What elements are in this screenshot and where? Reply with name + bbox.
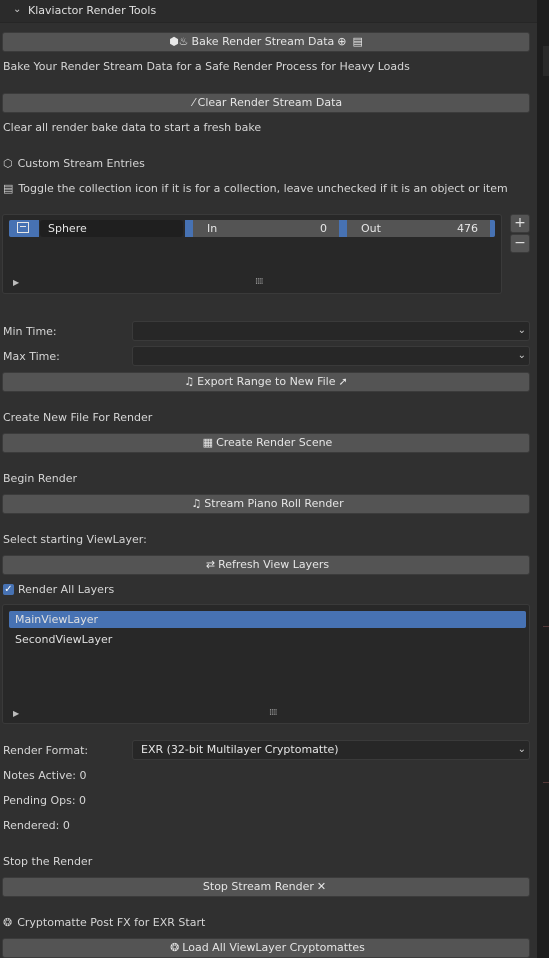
view-layer-list[interactable]: MainViewLayer SecondViewLayer ▶ ⁞⁞⁞⁞ — [2, 604, 530, 724]
rendered-text: Rendered: 0 — [3, 819, 70, 832]
clapperboard-icon: ▦ — [202, 436, 214, 449]
out-field[interactable]: Out 476 — [347, 220, 490, 237]
begin-render-heading: Begin Render — [3, 472, 77, 485]
pending-ops-text: Pending Ops: 0 — [3, 794, 87, 807]
cryptomatte-heading: ❂ Cryptomatte Post FX for EXR Start — [3, 916, 205, 929]
bake-description: Bake Your Render Stream Data for a Safe … — [3, 60, 410, 73]
load-cryptomattes-button[interactable]: ❂ Load All ViewLayer Cryptomattes — [2, 938, 530, 958]
lock-icon: ⊕ — [337, 35, 347, 48]
music-notes-icon: ♫ — [184, 375, 195, 388]
min-time-label: Min Time: — [3, 325, 57, 338]
collection-icon — [17, 222, 29, 233]
stream-piano-roll-button[interactable]: ♫ Stream Piano Roll Render — [2, 494, 530, 514]
custom-entries-list[interactable]: Sphere In 0 Out 476 ▶ ⁞⁞⁞⁞ — [2, 214, 502, 294]
brain-icon: ❂ — [3, 916, 13, 929]
min-time-select[interactable]: ⌄ — [132, 321, 530, 341]
create-render-scene-button[interactable]: ▦ Create Render Scene — [2, 433, 530, 453]
out-value: 476 — [457, 222, 478, 235]
cube-icon: ⬡ — [3, 157, 13, 170]
new-file-heading: Create New File For Render — [3, 411, 153, 424]
custom-entries-hint-text: Toggle the collection icon if it is for … — [18, 182, 508, 195]
render-all-layers-label: Render All Layers — [18, 583, 115, 596]
clear-render-stream-button[interactable]: ⁄ Clear Render Stream Data — [2, 93, 530, 113]
in-range-indicator — [185, 220, 193, 237]
chevron-down-icon: ⌄ — [517, 325, 526, 336]
custom-entries-heading: ⬡ Custom Stream Entries — [3, 157, 145, 170]
stack-icon: ▤ — [3, 182, 14, 195]
clear-description: Clear all render bake data to start a fr… — [3, 121, 262, 134]
custom-entries-hint: ▤ Toggle the collection icon if it is for… — [3, 182, 508, 195]
max-time-select[interactable]: ⌄ — [132, 346, 530, 366]
refresh-view-layers-button[interactable]: ⇄ Refresh View Layers — [2, 555, 530, 575]
in-label: In — [207, 222, 218, 235]
refresh-label: Refresh View Layers — [218, 558, 330, 571]
panel-header[interactable]: ⌄ Klaviactor Render Tools — [0, 0, 537, 23]
entry-name-field[interactable]: Sphere — [40, 220, 183, 237]
out-range-indicator — [339, 220, 347, 237]
editor-edge — [537, 0, 549, 958]
resize-grip-icon[interactable]: ⁞⁞⁞⁞ — [255, 277, 264, 287]
render-all-layers-checkbox[interactable]: ✓ — [3, 584, 14, 595]
clear-button-label: Clear Render Stream Data — [197, 96, 343, 109]
expand-triangle-icon[interactable]: ▶ — [13, 709, 19, 718]
stop-stream-render-button[interactable]: Stop Stream Render ✕ — [2, 877, 530, 897]
row-end-indicator — [490, 220, 495, 237]
render-format-select[interactable]: EXR (32-bit Multilayer Cryptomatte) ⌄ — [132, 740, 530, 760]
x-icon: ✕ — [316, 880, 327, 893]
custom-entries-heading-text: Custom Stream Entries — [17, 157, 145, 170]
view-layer-item[interactable]: MainViewLayer — [9, 611, 526, 628]
add-entry-button[interactable]: + — [510, 214, 530, 233]
notes-active-text: Notes Active: 0 — [3, 769, 87, 782]
stop-button-label: Stop Stream Render — [202, 880, 314, 893]
broom-icon: ⁄ — [192, 96, 195, 109]
chevron-down-icon: ⌄ — [517, 744, 526, 755]
bake-button-label: Bake Render Stream Data — [191, 35, 335, 48]
render-format-value: EXR (32-bit Multilayer Cryptomatte) — [141, 743, 339, 756]
music-note-icon: ♫ — [191, 497, 202, 510]
export-range-button[interactable]: ♫ Export Range to New File ➚ — [2, 372, 530, 392]
chevron-down-icon[interactable]: ⌄ — [13, 4, 21, 15]
viewlayer-heading: Select starting ViewLayer: — [3, 533, 147, 546]
out-label: Out — [361, 222, 381, 235]
collection-toggle[interactable] — [9, 220, 39, 237]
brain-icon: ❂ — [170, 941, 180, 954]
in-value: 0 — [320, 222, 327, 235]
remove-entry-button[interactable]: − — [510, 234, 530, 253]
view-layer-item[interactable]: SecondViewLayer — [9, 631, 526, 648]
chevron-down-icon: ⌄ — [517, 350, 526, 361]
resize-grip-icon[interactable]: ⁞⁞⁞⁞ — [269, 708, 278, 718]
stack-icon: ▤ — [352, 35, 363, 48]
expand-triangle-icon[interactable]: ▶ — [13, 278, 19, 287]
export-button-label: Export Range to New File — [197, 375, 336, 388]
bake-render-stream-button[interactable]: ⬢♨ Bake Render Stream Data ⊕ ▤ — [2, 32, 530, 52]
in-field[interactable]: In 0 — [193, 220, 339, 237]
stop-render-heading: Stop the Render — [3, 855, 93, 868]
render-tools-panel: ⌄ Klaviactor Render Tools ⬢♨ Bake Render … — [0, 0, 537, 958]
render-format-label: Render Format: — [3, 744, 89, 757]
max-time-label: Max Time: — [3, 350, 60, 363]
stream-piano-label: Stream Piano Roll Render — [204, 497, 344, 510]
cube-flame-icon: ⬢♨ — [169, 35, 189, 48]
load-cryptomattes-label: Load All ViewLayer Cryptomattes — [182, 941, 365, 954]
rocket-icon: ➚ — [338, 375, 348, 388]
cryptomatte-heading-text: Cryptomatte Post FX for EXR Start — [17, 916, 206, 929]
create-scene-label: Create Render Scene — [216, 436, 333, 449]
panel-title: Klaviactor Render Tools — [28, 4, 157, 17]
refresh-icon: ⇄ — [205, 558, 216, 571]
